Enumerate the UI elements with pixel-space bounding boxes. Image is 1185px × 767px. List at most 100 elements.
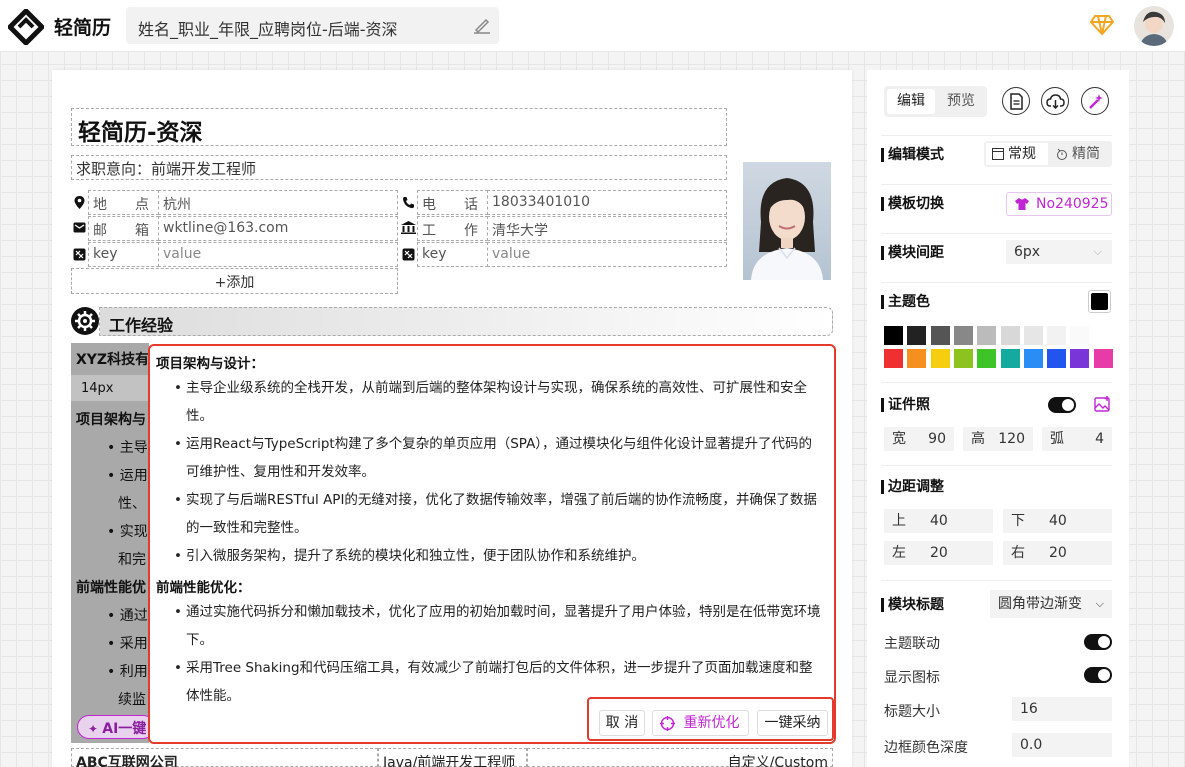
brand-name[interactable]: 轻简历 [54, 13, 111, 40]
chevron-down-icon: ⌵ [1095, 597, 1104, 610]
ai-magic-button[interactable] [1081, 87, 1109, 115]
margin-bottom-label: 下 [1011, 513, 1025, 529]
section-header-work[interactable]: 工作经验 [71, 307, 833, 336]
download-button[interactable] [1041, 87, 1069, 115]
border-depth-input[interactable]: 0.0 [1012, 733, 1112, 757]
filename-field[interactable]: 姓名_职业_年限_应聘岗位-后端-资深 [126, 7, 499, 44]
theme-color-picker[interactable] [1088, 290, 1111, 313]
next-company[interactable]: ABC互联网公司 [71, 748, 378, 767]
margin-bottom-value: 40 [1049, 513, 1067, 529]
user-avatar[interactable] [1134, 6, 1174, 46]
ai-optimize-label: AI一键 [102, 721, 147, 737]
list-item: 通过实施代码拆分和懒加载技术，优化了应用的初始加载时间，显著提升了用户体验，特别… [174, 598, 822, 654]
bg-line: • 主导 [107, 440, 148, 456]
template-switch-button[interactable]: No240925 [1006, 192, 1112, 216]
logo-icon[interactable] [8, 9, 44, 45]
company-name[interactable]: XYZ科技有 [76, 349, 149, 369]
filename-text[interactable]: 姓名_职业_年限_应聘岗位-后端-资深 [138, 16, 398, 40]
photo-width-field[interactable]: 宽 90 [884, 427, 954, 451]
building-icon [401, 221, 416, 234]
info-value-work[interactable]: 清华大学 [487, 216, 727, 241]
next-custom[interactable]: 自定义/Custom [527, 748, 833, 767]
info-label-email[interactable]: 邮 箱 [88, 216, 159, 241]
bg-line: 项目架构与 [76, 412, 146, 428]
info-value-custom-2[interactable]: value [487, 242, 727, 267]
font-size-select[interactable]: 14px [71, 375, 149, 401]
color-swatch[interactable] [907, 326, 927, 345]
color-swatch[interactable] [1047, 326, 1067, 345]
section-title[interactable]: 工作经验 [109, 312, 173, 336]
margin-top-field[interactable]: 上 40 [884, 509, 993, 533]
magic-wand-icon: ✦ [88, 722, 103, 736]
info-label-phone[interactable]: 电 话 [417, 190, 488, 215]
accept-button[interactable]: 一键采纳 [757, 710, 828, 736]
mode-regular[interactable]: 常规 [986, 143, 1048, 165]
color-swatch[interactable] [1070, 326, 1090, 345]
color-swatch[interactable] [1023, 349, 1043, 368]
diamond-vip-icon[interactable] [1090, 14, 1114, 36]
module-title-select[interactable]: 圆角带边渐变 ⌵ [990, 590, 1112, 618]
radius-label: 弧 [1050, 431, 1064, 447]
margin-right-field[interactable]: 右 20 [1003, 541, 1112, 565]
color-swatch[interactable] [930, 349, 950, 368]
color-swatch[interactable] [953, 326, 973, 345]
color-swatch[interactable] [907, 349, 927, 368]
margin-bottom-field[interactable]: 下 40 [1003, 509, 1112, 533]
color-swatch[interactable] [884, 326, 903, 345]
spacing-value: 6px [1014, 244, 1041, 260]
info-value-location[interactable]: 杭州 [158, 190, 398, 215]
bg-line: 性、 [118, 496, 146, 512]
color-swatch[interactable] [1000, 326, 1020, 345]
job-intent[interactable]: 求职意向：前端开发工程师 [71, 155, 727, 180]
bg-line: • 采用 [107, 636, 148, 652]
section-title-bar: 工作经验 [99, 307, 833, 336]
image-upload-icon[interactable] [1094, 396, 1111, 413]
info-label-location[interactable]: 地 点 [88, 190, 159, 215]
color-swatch[interactable] [1070, 349, 1090, 368]
color-swatch[interactable] [1047, 349, 1067, 368]
next-position[interactable]: Java/前端开发工程师 [378, 748, 527, 767]
show-icon-toggle[interactable] [1084, 667, 1112, 683]
color-swatch[interactable] [930, 326, 950, 345]
color-swatch[interactable] [1000, 349, 1020, 368]
spacing-select[interactable]: 6px ⌵ [1006, 240, 1112, 264]
photo-label: 证件照 [881, 398, 930, 412]
info-value-custom[interactable]: value [158, 242, 398, 267]
tab-preview[interactable]: 预览 [938, 89, 984, 114]
info-value-phone[interactable]: 18033401010 [487, 190, 727, 215]
info-label-work[interactable]: 工 作 [417, 216, 488, 241]
mode-compact[interactable]: 精简 [1050, 143, 1110, 165]
reoptimize-button[interactable]: 重新优化 [652, 710, 749, 736]
bg-line: • 利用 [107, 664, 148, 680]
photo-height-field[interactable]: 高 120 [963, 427, 1033, 451]
color-swatch[interactable] [1093, 349, 1113, 368]
title-size-input[interactable]: 16 [1012, 697, 1112, 721]
tab-edit[interactable]: 编辑 [887, 89, 935, 114]
settings-panel: 编辑 预览 编辑模式 常规 精简 模板切换 No240925 模块间距 6px … [867, 70, 1129, 767]
color-swatch[interactable] [977, 326, 997, 345]
cancel-button[interactable]: 取 消 [599, 710, 645, 736]
ai-optimize-button[interactable]: ✦ AI一键 [77, 715, 155, 739]
info-label-custom-2[interactable]: key [417, 242, 488, 267]
photo-radius-field[interactable]: 弧4 [1042, 427, 1112, 451]
list-item: 实现了与后端RESTful API的无缝对接，优化了数据传输效率，增强了前后端的… [174, 486, 822, 542]
info-value-email[interactable]: wktline@163.com [158, 216, 398, 241]
photo-toggle[interactable] [1048, 397, 1076, 413]
reoptimize-label: 重新优化 [683, 715, 740, 731]
theme-link-toggle[interactable] [1084, 634, 1112, 650]
color-swatch[interactable] [1023, 326, 1043, 345]
color-swatch[interactable] [953, 349, 973, 368]
id-photo[interactable] [743, 162, 831, 280]
title-size-label: 标题大小 [884, 704, 940, 720]
color-swatch[interactable] [977, 349, 997, 368]
export-pdf-button[interactable] [1002, 87, 1030, 115]
margin-top-label: 上 [892, 513, 906, 529]
add-info-button[interactable]: +添加 [71, 268, 398, 294]
group-heading: 项目架构与设计： [156, 356, 264, 372]
color-swatch[interactable] [884, 349, 903, 368]
resume-title[interactable]: 轻简历-资深 [71, 108, 727, 146]
edit-icon[interactable] [472, 16, 492, 34]
section-icon [71, 307, 99, 335]
margin-left-field[interactable]: 左 20 [884, 541, 993, 565]
info-label-custom[interactable]: key [88, 242, 159, 267]
